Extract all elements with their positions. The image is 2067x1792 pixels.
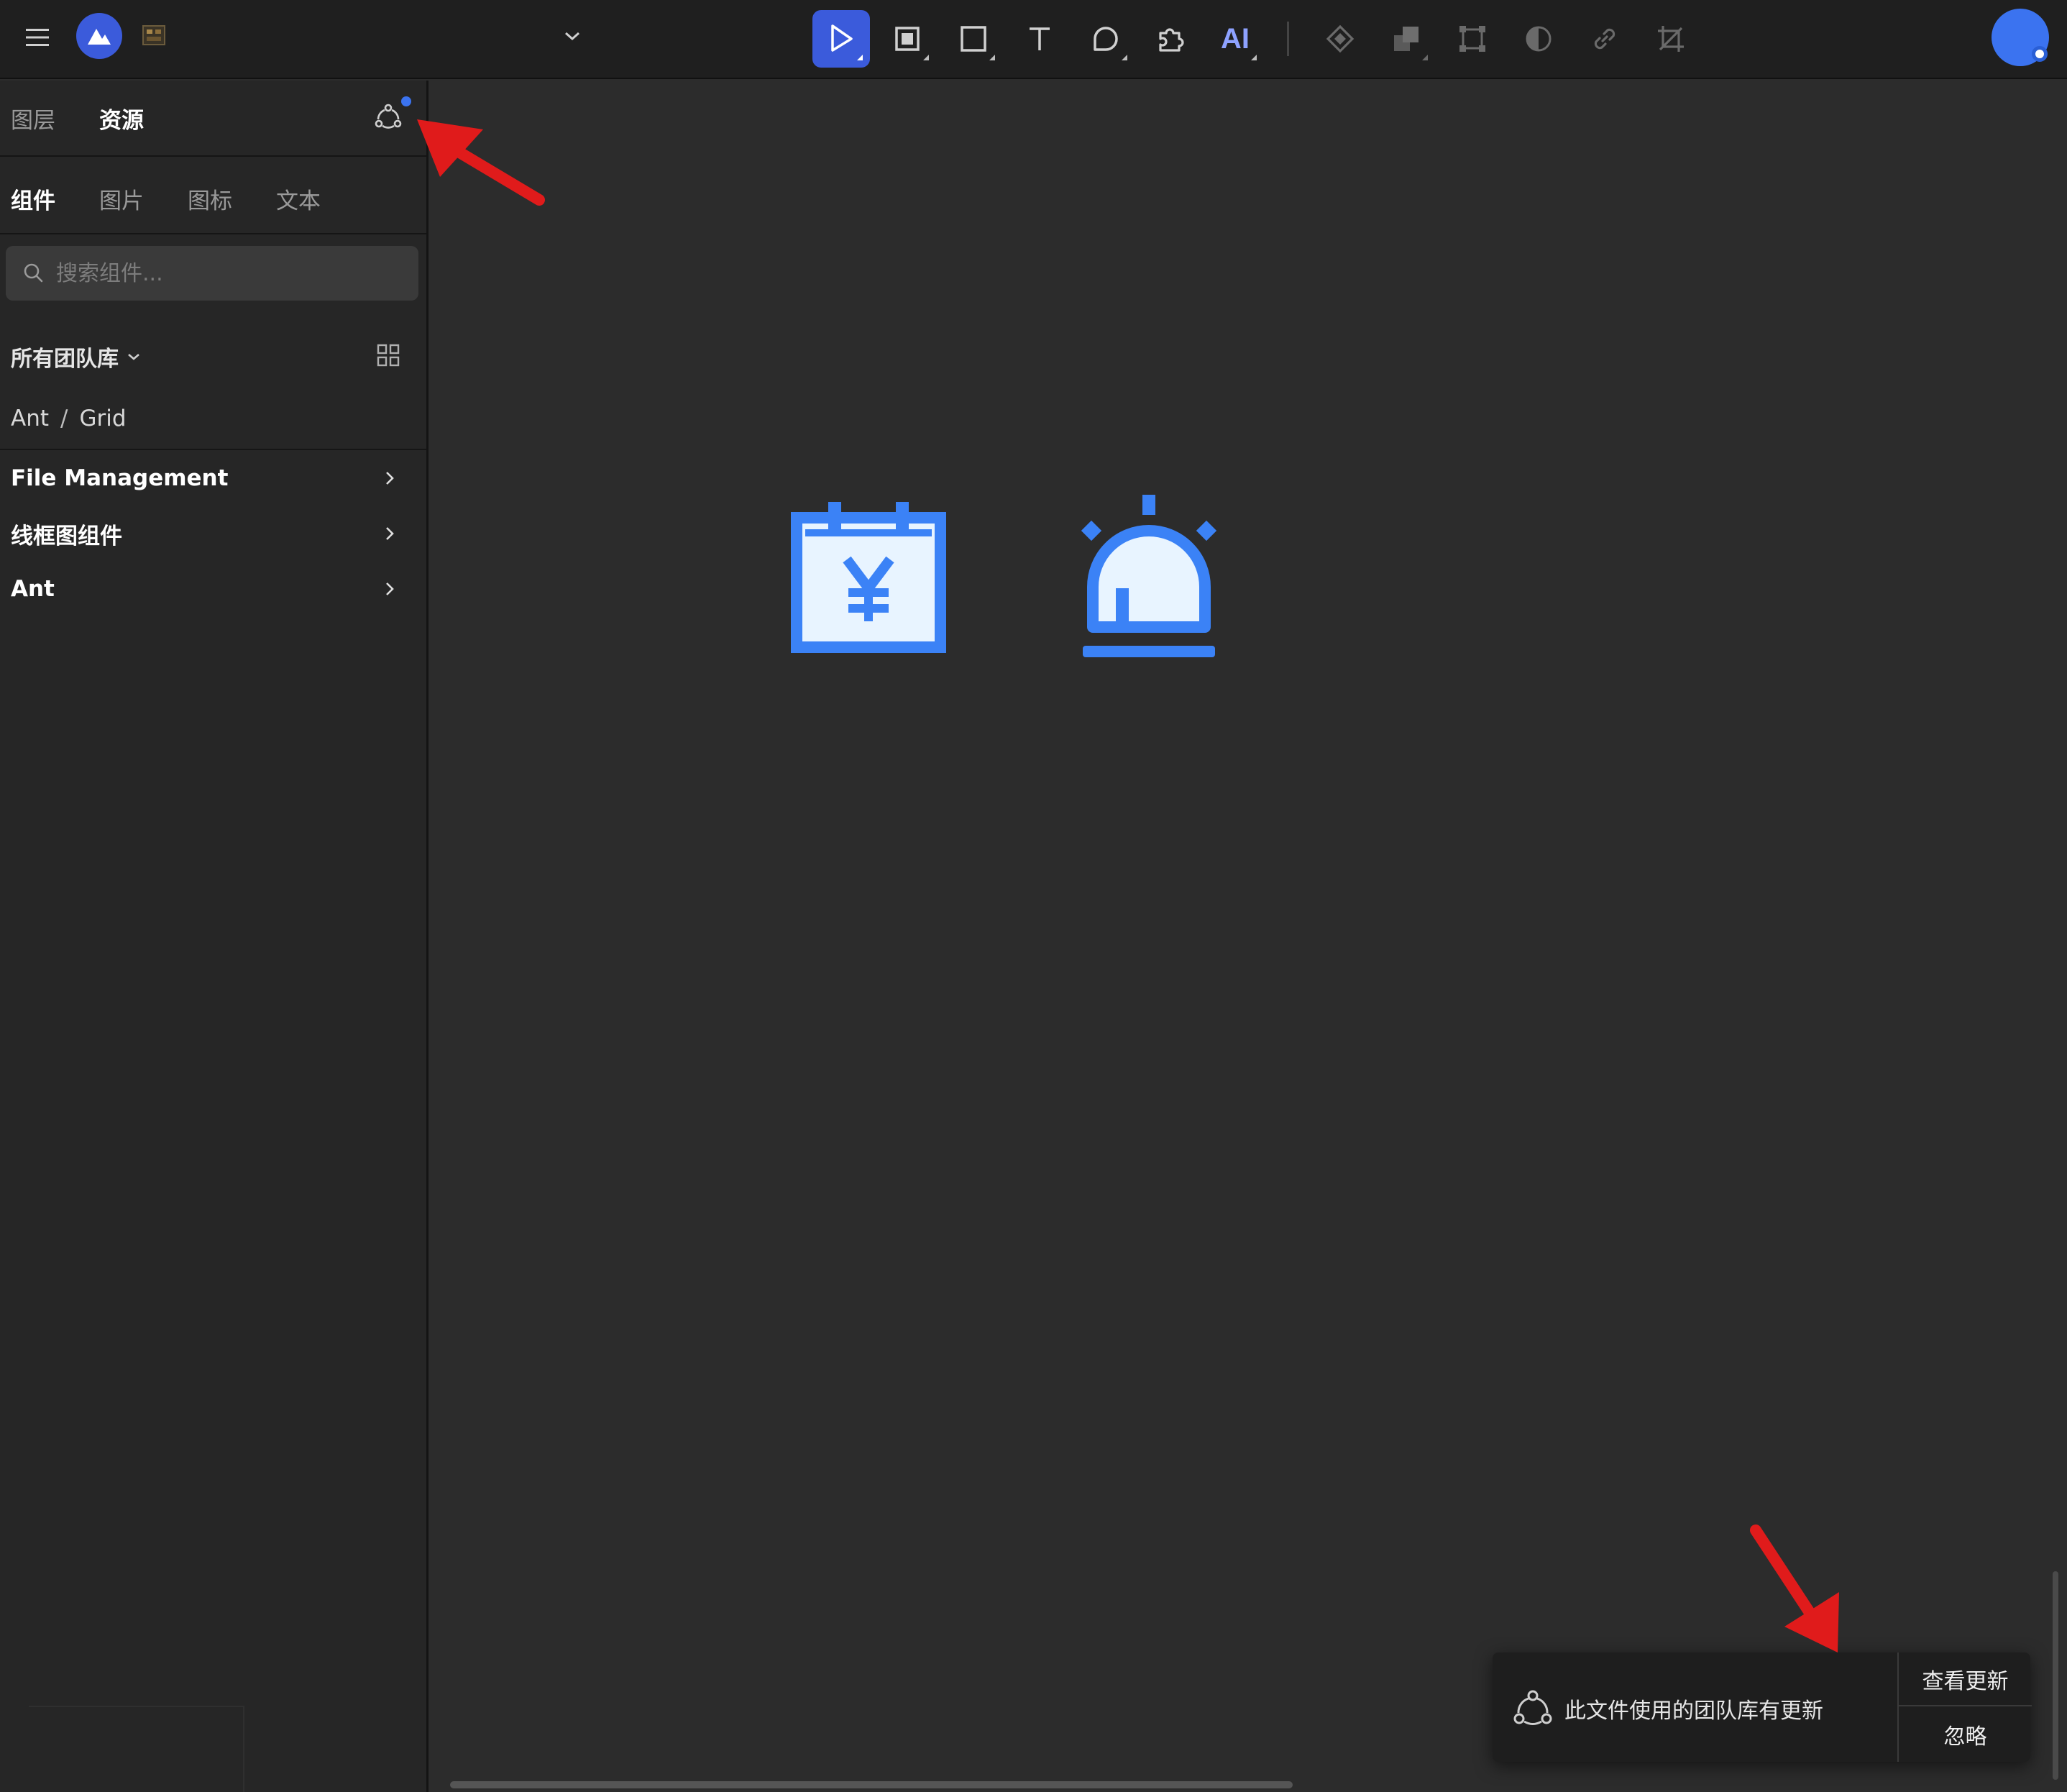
move-tool[interactable]: [812, 10, 870, 68]
library-item-file-management[interactable]: File Management: [0, 453, 426, 503]
tab-layers[interactable]: 图层: [11, 102, 55, 134]
online-status-dot: [2032, 46, 2048, 62]
breadcrumb-separator: /: [60, 406, 68, 431]
toolbar-separator: [1287, 22, 1289, 56]
logo-icon: [88, 29, 111, 45]
ai-tool-label: AI: [1221, 22, 1250, 55]
grid-view-icon: [377, 344, 400, 367]
grid-view-button[interactable]: [375, 342, 404, 371]
component-search: [6, 246, 418, 301]
file-thumbnail-icon: [142, 25, 165, 45]
boolean-tool[interactable]: [1378, 10, 1435, 68]
alarm-siren-icon[interactable]: [1076, 493, 1222, 660]
menu-button[interactable]: [20, 20, 55, 55]
frame-icon: [895, 27, 920, 51]
tab-text[interactable]: 文本: [276, 183, 321, 215]
top-toolbar: AI: [0, 0, 2067, 79]
library-filter-label: 所有团队库: [11, 347, 119, 372]
team-library-button[interactable]: [374, 102, 407, 135]
user-avatar[interactable]: [1992, 9, 2049, 66]
link-icon: [1594, 28, 1615, 50]
plugin-tool[interactable]: [1142, 10, 1199, 68]
library-update-dot: [401, 96, 411, 106]
asset-tabs: 组件 图片 图标 文本: [0, 157, 426, 234]
puzzle-icon: [1159, 28, 1184, 52]
tab-icons[interactable]: 图标: [188, 183, 232, 215]
crop-tool[interactable]: [1642, 10, 1700, 68]
annotation-arrow-top: [417, 119, 545, 206]
component-icon: [1326, 24, 1355, 53]
library-update-toast: 此文件使用的团队库有更新 查看更新 忽略: [1493, 1652, 2032, 1762]
chevron-right-icon: [386, 472, 394, 485]
comment-icon: [1094, 27, 1118, 51]
boolean-icon: [1394, 27, 1419, 51]
search-input[interactable]: [46, 246, 418, 301]
library-item-ant[interactable]: Ant: [0, 564, 426, 614]
annotation-arrow-bottom: [1750, 1524, 1839, 1652]
team-library-icon: [1513, 1690, 1552, 1725]
chevron-down-icon: [565, 32, 579, 41]
toast-actions: 查看更新 忽略: [1897, 1652, 2032, 1762]
pointer-icon: [831, 24, 853, 52]
app-window: AI 图层 资源 组件 图片 图标 文本 搜索组件... 所有团队库 Ant /…: [0, 0, 2067, 1792]
tab-components[interactable]: 组件: [11, 183, 55, 215]
view-updates-button[interactable]: 查看更新: [1899, 1652, 2032, 1706]
panel-tabs: 图层 资源: [0, 81, 426, 157]
rectangle-tool[interactable]: [945, 10, 1002, 68]
transform-icon: [1459, 26, 1485, 52]
tab-images[interactable]: 图片: [99, 183, 144, 215]
sidebar-footer: [29, 1706, 244, 1792]
mask-icon: [1526, 26, 1552, 52]
comment-tool[interactable]: [1077, 10, 1135, 68]
text-tool[interactable]: [1011, 10, 1068, 68]
library-item-wireframe[interactable]: 线框图组件: [0, 508, 426, 559]
chevron-right-icon: [386, 582, 394, 595]
transform-tool[interactable]: [1444, 10, 1501, 68]
frame-tool[interactable]: [879, 10, 936, 68]
left-sidebar: 图层 资源 组件 图片 图标 文本 搜索组件... 所有团队库 Ant / Gr…: [0, 81, 428, 1792]
mask-tool[interactable]: [1510, 10, 1567, 68]
file-menu-dropdown[interactable]: [558, 22, 587, 50]
toast-message: 此文件使用的团队库有更新: [1564, 1699, 1823, 1724]
rectangle-icon: [961, 26, 986, 52]
library-item-label: Ant: [11, 576, 55, 602]
breadcrumb: Ant / Grid: [11, 406, 127, 431]
chevron-right-icon: [386, 527, 394, 540]
horizontal-scrollbar[interactable]: [450, 1781, 1293, 1788]
ai-tool[interactable]: AI: [1206, 10, 1264, 68]
yuan-calendar-icon[interactable]: [791, 499, 946, 653]
ignore-button[interactable]: 忽略: [1899, 1707, 2032, 1761]
link-tool[interactable]: [1576, 10, 1633, 68]
team-library-icon: [375, 104, 402, 129]
search-icon: [24, 263, 43, 283]
breadcrumb-item[interactable]: Ant: [11, 406, 49, 431]
library-item-label: File Management: [11, 465, 229, 491]
tab-assets[interactable]: 资源: [99, 102, 144, 134]
crop-icon: [1658, 26, 1684, 52]
file-thumbnail[interactable]: [142, 24, 165, 46]
library-filter-dropdown[interactable]: 所有团队库: [11, 341, 142, 372]
menu-icon: [26, 29, 49, 46]
chevron-down-icon: [128, 354, 139, 360]
vertical-scrollbar[interactable]: [2053, 1571, 2058, 1780]
text-icon: [1030, 27, 1050, 50]
app-logo[interactable]: [76, 13, 122, 59]
sidebar-divider: [0, 449, 426, 450]
breadcrumb-item[interactable]: Grid: [79, 406, 126, 431]
library-item-label: 线框图组件: [11, 523, 122, 549]
component-tool[interactable]: [1311, 10, 1369, 68]
